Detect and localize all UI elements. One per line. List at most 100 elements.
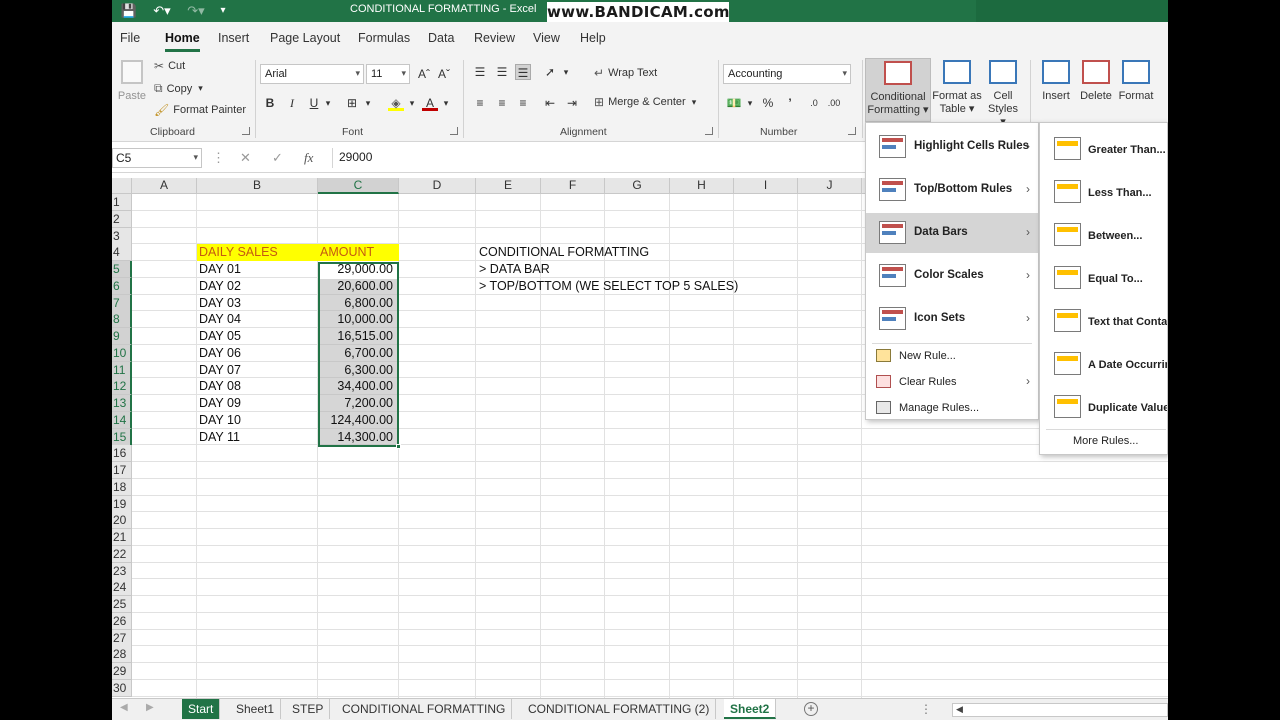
select-all-corner[interactable] bbox=[112, 178, 132, 194]
amount-cell[interactable]: 16,515.00 bbox=[318, 328, 399, 345]
alignment-launcher-icon[interactable] bbox=[705, 127, 713, 135]
copy-button[interactable]: ⧉ Copy ▾ bbox=[154, 81, 203, 96]
comma-style-icon[interactable]: ’ bbox=[782, 95, 798, 111]
chevron-down-icon[interactable]: ▾ bbox=[438, 95, 454, 111]
wrap-text-button[interactable]: ↵ Wrap Text bbox=[594, 66, 657, 80]
note-line[interactable]: > DATA BAR bbox=[477, 261, 550, 278]
row-header[interactable]: 27 bbox=[112, 629, 132, 647]
insert-function-icon[interactable]: fx bbox=[304, 150, 313, 166]
row-header[interactable]: 21 bbox=[112, 529, 132, 546]
align-left-icon[interactable]: ≡ bbox=[472, 95, 488, 111]
menu-item-highlight-cells-rules[interactable]: Highlight Cells Rules › bbox=[866, 127, 1038, 167]
insert-cells-button[interactable]: Insert bbox=[1036, 58, 1076, 122]
row-header[interactable]: 6 bbox=[112, 277, 132, 295]
row-header[interactable]: 16 bbox=[112, 445, 132, 463]
orientation-icon[interactable]: ➚ bbox=[542, 64, 558, 80]
tab-formulas[interactable]: Formulas bbox=[358, 31, 410, 45]
column-header[interactable]: F bbox=[541, 178, 605, 194]
number-launcher-icon[interactable] bbox=[848, 127, 856, 135]
merge-center-button[interactable]: ⊞ Merge & Center ▾ bbox=[594, 95, 696, 109]
column-header[interactable]: D bbox=[399, 178, 476, 194]
day-cell[interactable]: DAY 06 bbox=[197, 345, 318, 362]
day-cell[interactable]: DAY 02 bbox=[197, 278, 318, 295]
day-cell[interactable]: DAY 03 bbox=[197, 295, 318, 312]
day-cell[interactable]: DAY 04 bbox=[197, 311, 318, 328]
sheet-tab-conditional-formatting-2[interactable]: CONDITIONAL FORMATTING (2) bbox=[522, 699, 717, 719]
menu-item-top-bottom-rules[interactable]: Top/Bottom Rules › bbox=[866, 170, 1038, 210]
align-center-icon[interactable]: ≡ bbox=[494, 95, 510, 111]
align-top-icon[interactable]: ☰ bbox=[472, 64, 488, 80]
row-header[interactable]: 3 bbox=[112, 227, 132, 245]
column-header[interactable]: H bbox=[670, 178, 734, 194]
horizontal-scrollbar[interactable]: ◀ bbox=[952, 703, 1168, 717]
enter-icon[interactable]: ✓ bbox=[272, 150, 283, 166]
column-header[interactable]: I bbox=[734, 178, 798, 194]
row-header[interactable]: 20 bbox=[112, 512, 132, 530]
row-header[interactable]: 26 bbox=[112, 612, 132, 630]
decrease-decimal-icon[interactable]: .00 bbox=[826, 95, 842, 111]
day-cell[interactable]: DAY 09 bbox=[197, 395, 318, 412]
amount-cell[interactable]: 20,600.00 bbox=[318, 278, 399, 295]
column-header[interactable]: E bbox=[476, 178, 541, 194]
row-header[interactable]: 5 bbox=[112, 261, 132, 278]
chevron-down-icon[interactable]: ▾ bbox=[360, 95, 376, 111]
add-sheet-icon[interactable]: + bbox=[804, 702, 818, 716]
amount-cell[interactable]: 10,000.00 bbox=[318, 311, 399, 328]
day-cell[interactable]: DAY 01 bbox=[197, 261, 318, 278]
menu-item-clear-rules[interactable]: Clear Rules › bbox=[866, 370, 1038, 394]
row-header[interactable]: 1 bbox=[112, 194, 132, 211]
shrink-font-icon[interactable]: Aˇ bbox=[436, 66, 452, 82]
amount-cell[interactable]: 7,200.00 bbox=[318, 395, 399, 412]
row-header[interactable]: 18 bbox=[112, 478, 132, 496]
column-header[interactable]: G bbox=[605, 178, 670, 194]
header-daily-sales[interactable]: DAILY SALES bbox=[197, 244, 318, 261]
note-line[interactable]: CONDITIONAL FORMATTING bbox=[477, 244, 649, 261]
row-header[interactable]: 11 bbox=[112, 361, 132, 379]
amount-cell[interactable]: 29,000.00 bbox=[318, 261, 399, 278]
format-cells-button[interactable]: Format bbox=[1116, 58, 1156, 122]
chevron-down-icon[interactable]: ▾ bbox=[320, 95, 336, 111]
row-header[interactable]: 17 bbox=[112, 462, 132, 479]
format-as-table-button[interactable]: Format as Table ▾ bbox=[932, 58, 982, 122]
day-cell[interactable]: DAY 08 bbox=[197, 378, 318, 395]
day-cell[interactable]: DAY 11 bbox=[197, 429, 318, 446]
submenu-item-equal-to[interactable]: Equal To... bbox=[1040, 256, 1167, 299]
increase-decimal-icon[interactable]: .0 bbox=[806, 95, 822, 111]
row-header[interactable]: 4 bbox=[112, 244, 132, 262]
borders-icon[interactable]: ⊞ bbox=[344, 95, 360, 111]
sheet-tab-sheet2[interactable]: Sheet2 bbox=[724, 699, 777, 719]
row-header[interactable]: 14 bbox=[112, 411, 132, 429]
sheet-tab-start[interactable]: Start bbox=[182, 699, 221, 719]
amount-cell[interactable]: 124,400.00 bbox=[318, 412, 399, 429]
percent-icon[interactable]: % bbox=[760, 95, 776, 111]
tab-help[interactable]: Help bbox=[580, 31, 606, 45]
redo-icon[interactable]: ↷▾ bbox=[182, 2, 210, 20]
conditional-formatting-button[interactable]: Conditional Formatting ▾ bbox=[865, 58, 931, 122]
sheet-tab-conditional-formatting[interactable]: CONDITIONAL FORMATTING bbox=[336, 699, 513, 719]
row-header[interactable]: 28 bbox=[112, 646, 132, 664]
row-header[interactable]: 23 bbox=[112, 562, 132, 580]
chevron-down-icon[interactable]: ▾ bbox=[742, 95, 758, 111]
name-box[interactable]: C5 ▾ bbox=[112, 148, 202, 168]
save-icon[interactable]: 💾 bbox=[120, 2, 138, 20]
column-header[interactable]: J bbox=[798, 178, 862, 194]
grow-font-icon[interactable]: Aˆ bbox=[416, 66, 432, 82]
chevron-down-icon[interactable]: ▾ bbox=[404, 95, 420, 111]
clipboard-launcher-icon[interactable] bbox=[242, 127, 250, 135]
row-header[interactable]: 10 bbox=[112, 344, 132, 362]
row-header[interactable]: 2 bbox=[112, 210, 132, 228]
italic-icon[interactable]: I bbox=[284, 95, 300, 111]
scroll-left-icon[interactable]: ◀ bbox=[120, 702, 128, 713]
tab-data[interactable]: Data bbox=[428, 31, 454, 45]
row-header[interactable]: 29 bbox=[112, 663, 132, 680]
row-header[interactable]: 13 bbox=[112, 395, 132, 412]
menu-item-data-bars[interactable]: Data Bars › bbox=[866, 213, 1038, 253]
accounting-format-icon[interactable]: 💵 bbox=[726, 95, 742, 111]
number-format-combo[interactable]: Accounting ▾ bbox=[723, 64, 851, 84]
tab-page-layout[interactable]: Page Layout bbox=[270, 31, 340, 45]
amount-cell[interactable]: 34,400.00 bbox=[318, 378, 399, 395]
fill-color-icon[interactable]: ◈ bbox=[388, 95, 404, 111]
font-name-combo[interactable]: Arial ▾ bbox=[260, 64, 364, 84]
menu-item-icon-sets[interactable]: Icon Sets › bbox=[866, 299, 1038, 339]
column-header[interactable]: C bbox=[318, 178, 399, 194]
